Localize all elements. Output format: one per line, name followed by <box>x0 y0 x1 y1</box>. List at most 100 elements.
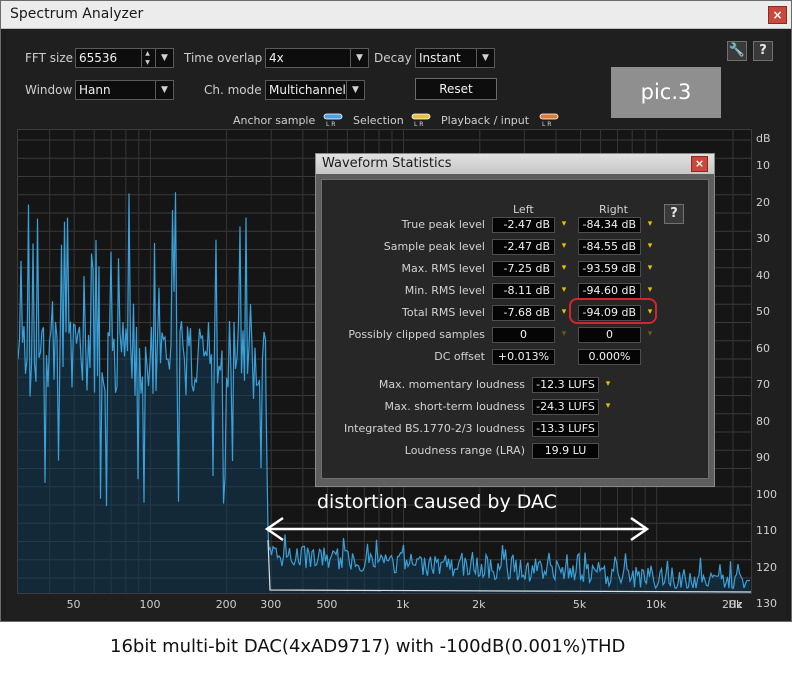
dialog-help-icon[interactable]: ? <box>664 204 684 224</box>
stat-row-label: True peak level <box>401 218 485 231</box>
stat-right-value: 0 <box>578 327 641 343</box>
fft-size-label: FFT size <box>25 51 74 65</box>
y-tick-label: 50 <box>756 305 770 318</box>
x-tick-label: 100 <box>139 598 161 611</box>
y-tick-label: 60 <box>756 341 770 355</box>
y-tick-label: 80 <box>756 414 770 428</box>
selection-lr-icon: L R <box>411 113 431 127</box>
stat-row-label: Max. RMS level <box>401 262 485 275</box>
chevron-down-icon[interactable]: ▼ <box>346 81 364 99</box>
left-column-header: Left <box>513 203 534 216</box>
stat-row-label: Min. RMS level <box>404 284 485 297</box>
window-label: Window <box>25 83 73 97</box>
window-close-button[interactable]: × <box>768 6 787 24</box>
y-tick-label: 90 <box>756 451 770 464</box>
shield-icon[interactable]: ▾ <box>646 219 654 230</box>
shield-icon[interactable]: ▾ <box>560 329 568 340</box>
stat-right-value: 0.000% <box>578 349 641 365</box>
stat-row-label: Total RMS level <box>402 306 485 319</box>
svg-text:L R: L R <box>542 121 551 127</box>
time-overlap-select[interactable]: 4x ▼ <box>265 48 369 68</box>
stat-left-value: -2.47 dB <box>492 217 555 233</box>
reset-button[interactable]: Reset <box>415 78 497 100</box>
fft-size-spinner[interactable]: ▲ ▼ <box>141 49 153 67</box>
playback-lr-icon: L R <box>539 113 559 127</box>
stat-left-value: 0 <box>492 327 555 343</box>
shield-icon[interactable]: ▾ <box>560 263 568 274</box>
window-select[interactable]: Hann ▼ <box>75 80 174 100</box>
dialog-title: Waveform Statistics <box>316 154 714 174</box>
dialog-title-text: Waveform Statistics <box>322 156 452 171</box>
window-title: Spectrum Analyzer <box>10 6 144 22</box>
stat-row-label: Sample peak level <box>383 240 485 253</box>
x-tick-label: 500 <box>316 598 338 611</box>
chevron-down-icon[interactable]: ▼ <box>350 49 368 67</box>
stat-row-label: Possibly clipped samples <box>348 328 485 341</box>
x-tick-label: 5k <box>572 598 587 611</box>
fft-size-select[interactable]: 65536 ▲ ▼ ▼ <box>75 48 174 68</box>
y-tick-label: 130 <box>756 597 777 610</box>
anchor-lr-icon: L R <box>323 113 343 127</box>
stat-right-value: -84.55 dB <box>578 239 641 255</box>
y-tick-label: 70 <box>756 378 770 391</box>
help-icon[interactable]: ? <box>753 41 773 61</box>
x-tick-label: 2k <box>472 598 486 611</box>
wrench-icon[interactable]: 🔧 <box>727 41 747 61</box>
x-tick-label: 10k <box>645 598 667 611</box>
shield-icon[interactable]: ▾ <box>646 285 654 296</box>
decay-label: Decay <box>374 51 412 65</box>
stat-right-value: -93.59 dB <box>578 261 641 277</box>
ch-mode-label: Ch. mode <box>204 83 262 97</box>
time-overlap-label: Time overlap <box>184 51 263 65</box>
svg-text:L R: L R <box>326 121 335 127</box>
figure-caption: 16bit multi-bit DAC(4xAD9717) with -100d… <box>110 636 626 657</box>
loudness-value: 19.9 LU <box>532 443 599 459</box>
y-axis-unit: dB <box>756 132 771 145</box>
selection-label: Selection <box>353 114 404 127</box>
waveform-statistics-dialog: Waveform Statistics × Left Right ? True … <box>315 153 715 487</box>
chevron-down-icon[interactable]: ▼ <box>155 81 173 99</box>
y-tick-label: 100 <box>756 487 777 501</box>
stat-right-value: -84.34 dB <box>578 217 641 233</box>
decay-value: Instant <box>419 51 461 65</box>
loudness-row-label: Max. short-term loudness <box>384 400 525 413</box>
ch-mode-value: Multichannel <box>269 83 346 97</box>
chevron-down-icon[interactable]: ▼ <box>155 49 173 67</box>
shield-icon[interactable]: ▾ <box>560 219 568 230</box>
shield-icon[interactable]: ▾ <box>604 379 612 390</box>
distortion-annotation: distortion caused by DAC <box>317 491 557 513</box>
shield-icon[interactable]: ▾ <box>560 285 568 296</box>
spin-down-icon: ▼ <box>145 59 150 66</box>
loudness-value: -24.3 LUFS <box>532 399 599 415</box>
loudness-value: -13.3 LUFS <box>532 421 599 437</box>
fft-size-value: 65536 <box>79 51 118 65</box>
right-column-header: Right <box>599 203 628 216</box>
dialog-close-button[interactable]: × <box>691 156 708 172</box>
spectrum-analyzer-window: Spectrum Analyzer × FFT size 65536 ▲ ▼ ▼ … <box>0 0 792 622</box>
shield-icon[interactable]: ▾ <box>604 401 612 412</box>
ch-mode-select[interactable]: Multichannel ▼ <box>265 80 365 100</box>
x-tick-label: Hz <box>728 598 743 611</box>
shield-icon[interactable]: ▾ <box>560 241 568 252</box>
y-tick-label: 110 <box>756 524 777 537</box>
stat-right-value: -94.60 dB <box>578 283 641 299</box>
title-bar: Spectrum Analyzer × <box>1 1 791 29</box>
x-tick-label: 300 <box>260 598 282 611</box>
pic-label-badge: pic.3 <box>611 67 721 118</box>
shield-icon[interactable]: ▾ <box>646 263 654 274</box>
stat-left-value: +0.013% <box>492 349 555 365</box>
shield-icon[interactable]: ▾ <box>646 329 654 340</box>
decay-select[interactable]: Instant ▼ <box>415 48 495 68</box>
stat-left-value: -2.47 dB <box>492 239 555 255</box>
highlight-circle <box>569 298 657 324</box>
loudness-value: -12.3 LUFS <box>532 377 599 393</box>
window-value: Hann <box>79 83 111 97</box>
x-tick-label: 1k <box>395 598 410 611</box>
y-tick-label: 30 <box>756 232 770 245</box>
spin-up-icon: ▲ <box>145 50 150 57</box>
y-tick-label: 10 <box>756 159 770 172</box>
shield-icon[interactable]: ▾ <box>560 307 568 318</box>
shield-icon[interactable]: ▾ <box>646 241 654 252</box>
chevron-down-icon[interactable]: ▼ <box>476 49 494 67</box>
time-overlap-value: 4x <box>269 51 284 65</box>
